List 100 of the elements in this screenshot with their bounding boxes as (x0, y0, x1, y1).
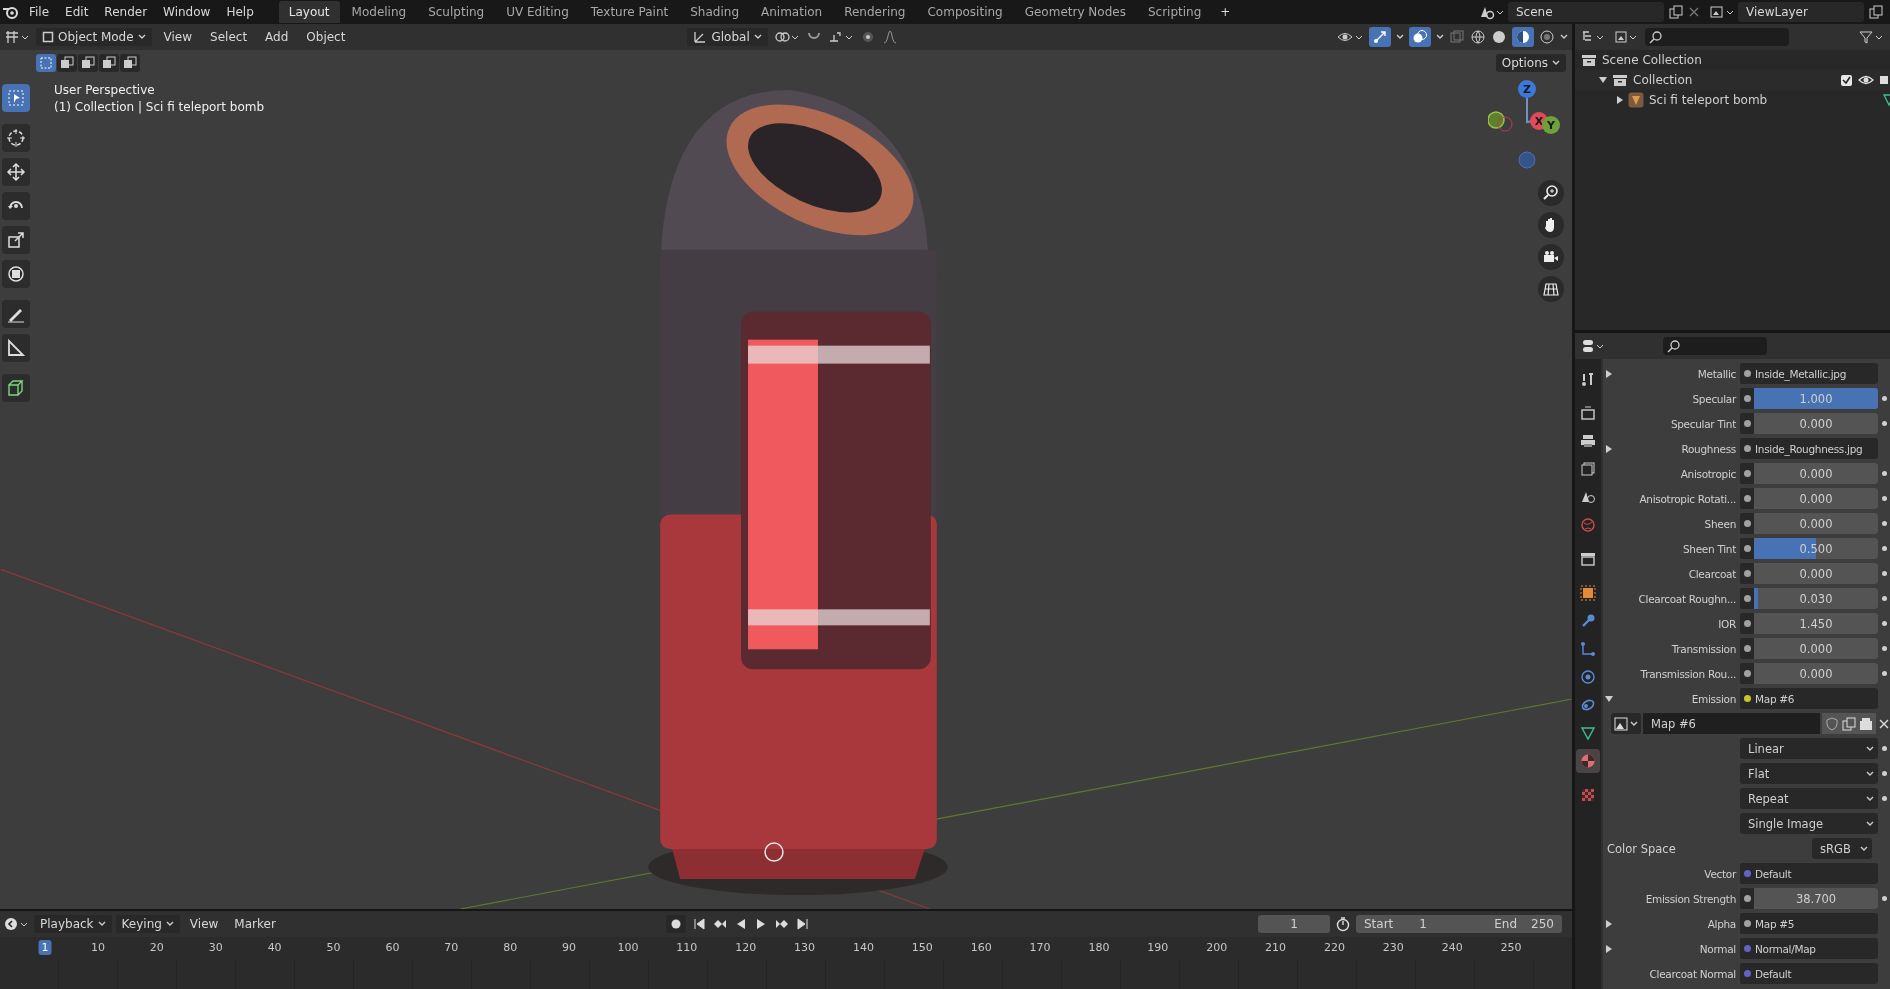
outliner-item-label[interactable]: Scene Collection (1602, 53, 1702, 67)
socket-dot[interactable] (1743, 645, 1751, 652)
value-slider[interactable]: 0.030 (1754, 588, 1878, 609)
workspace-tab[interactable]: Geometry Nodes (1014, 1, 1136, 23)
socket-dot[interactable] (1743, 670, 1751, 677)
linked-input-field[interactable]: Default (1740, 963, 1878, 984)
socket-dot[interactable] (1743, 420, 1751, 427)
snap-icon[interactable] (827, 29, 854, 45)
image-stack-icon[interactable] (1708, 4, 1734, 20)
selection-mode-button[interactable] (78, 54, 98, 72)
menu-item[interactable]: Select (204, 28, 254, 46)
keyframe-dot[interactable] (1881, 746, 1887, 751)
socket-dot[interactable] (1743, 570, 1751, 577)
scene-field[interactable]: Scene (1508, 2, 1664, 22)
falloff-curve-icon[interactable] (881, 29, 898, 45)
workspace-tab[interactable]: Texture Paint (580, 1, 679, 23)
menu-item[interactable]: Window (156, 2, 218, 22)
menu-item[interactable]: Object (300, 28, 352, 46)
socket-dot[interactable] (1743, 970, 1751, 977)
jump-start-icon[interactable] (691, 917, 706, 931)
keyframe-dot[interactable] (1881, 771, 1887, 776)
keyframe-dot[interactable] (1881, 896, 1887, 901)
tool-button[interactable] (2, 300, 30, 328)
socket-dot[interactable] (1743, 470, 1751, 477)
tool-button[interactable] (2, 334, 30, 362)
search-field[interactable] (1645, 28, 1789, 46)
menu-item[interactable]: Marker (228, 915, 282, 933)
workspace-tab[interactable]: Rendering (834, 1, 916, 23)
search-field[interactable] (1663, 337, 1767, 355)
workspace-tab[interactable]: Modeling (341, 1, 417, 23)
socket-dot[interactable] (1743, 370, 1751, 377)
menu-item[interactable]: File (22, 2, 57, 22)
gizmo-toggle-button[interactable] (1369, 27, 1391, 47)
expand-arrow[interactable] (1599, 77, 1607, 83)
view-layer-field[interactable]: ViewLayer (1738, 2, 1864, 22)
socket-dot[interactable] (1743, 495, 1751, 502)
menu-item[interactable]: Render (97, 2, 155, 22)
linked-input-field[interactable]: Default (1740, 863, 1878, 884)
value-slider[interactable]: 0.000 (1754, 663, 1878, 684)
keyframe-dot[interactable] (1881, 546, 1887, 551)
value-slider[interactable]: 0.000 (1754, 463, 1878, 484)
frame-range-field[interactable]: Start 1 End 250 (1356, 915, 1562, 933)
tool-button[interactable] (2, 124, 30, 152)
value-slider[interactable]: 0.000 (1754, 638, 1878, 659)
value-slider[interactable]: 0.000 (1754, 488, 1878, 509)
record-button[interactable] (665, 915, 686, 933)
value-slider[interactable]: 1.450 (1754, 613, 1878, 634)
expand-arrow[interactable] (1605, 695, 1613, 702)
value-slider[interactable]: 0.000 (1754, 513, 1878, 534)
solid-shading-icon[interactable] (1491, 29, 1507, 45)
expand-arrow[interactable] (1606, 944, 1612, 953)
keyframe-dot[interactable] (1881, 646, 1887, 651)
socket-dot[interactable] (1743, 545, 1751, 552)
dropdown-field[interactable]: Repeat (1740, 788, 1878, 809)
workspace-tab[interactable]: Sculpting (418, 1, 495, 23)
dropdown-field[interactable]: Linear (1740, 738, 1878, 759)
socket-dot[interactable] (1743, 595, 1751, 602)
socket-dot[interactable] (1743, 445, 1751, 452)
socket-dot[interactable] (1743, 520, 1751, 527)
socket-dot[interactable] (1743, 695, 1751, 702)
linked-input-field[interactable]: Normal/Map (1740, 938, 1878, 959)
linked-input-field[interactable]: Map #6 (1740, 688, 1878, 709)
selection-mode-button[interactable] (120, 54, 140, 72)
keyframe-dot[interactable] (1881, 671, 1887, 676)
tool-button[interactable] (2, 260, 30, 288)
include-checkbox[interactable] (1841, 74, 1852, 86)
keyframe-dot[interactable] (1881, 471, 1887, 476)
pivot-icon[interactable] (773, 29, 800, 45)
linked-input-field[interactable]: Inside_Metallic.jpg (1740, 363, 1878, 384)
workspace-tab[interactable]: Scripting (1137, 1, 1212, 23)
value-slider[interactable]: 0.000 (1754, 563, 1878, 584)
menu-item[interactable]: Edit (58, 2, 96, 22)
socket-dot[interactable] (1743, 870, 1751, 877)
socket-dot[interactable] (1743, 395, 1751, 402)
keyframe-dot[interactable] (1881, 796, 1887, 801)
socket-dot[interactable] (1743, 620, 1751, 627)
socket-dot[interactable] (1743, 920, 1751, 927)
menu-item[interactable]: View (183, 915, 225, 933)
orientation-dropdown[interactable]: Global (687, 28, 768, 46)
linked-input-field[interactable]: Map #5 (1740, 913, 1878, 934)
properties-tab[interactable] (1576, 749, 1600, 773)
overlay-toggle-button[interactable] (1409, 27, 1431, 47)
copy-icon[interactable] (1842, 716, 1856, 731)
keyframe-dot[interactable] (1881, 571, 1887, 576)
outliner-item-label[interactable]: Sci fi teleport bomb (1649, 93, 1768, 107)
value-slider[interactable]: 38.700 (1754, 888, 1878, 909)
keyframe-dot[interactable] (1881, 421, 1887, 426)
dropdown-field[interactable]: Flat (1740, 763, 1878, 784)
camera-icon[interactable] (1880, 74, 1888, 86)
material-shading-button[interactable] (1512, 27, 1534, 47)
menu-item[interactable]: View (157, 28, 199, 46)
close-icon[interactable] (1688, 6, 1700, 18)
menu-item[interactable]: Help (219, 2, 261, 22)
expand-arrow[interactable] (1606, 919, 1612, 928)
dropdown-field[interactable]: sRGB (1812, 838, 1872, 859)
keyframe-dot[interactable] (1881, 496, 1887, 501)
outliner-item-label[interactable]: Collection (1633, 73, 1693, 87)
keyframe-dot[interactable] (1881, 521, 1887, 526)
add-workspace-button[interactable]: + (1213, 2, 1238, 22)
copy-icon[interactable] (1868, 4, 1884, 20)
